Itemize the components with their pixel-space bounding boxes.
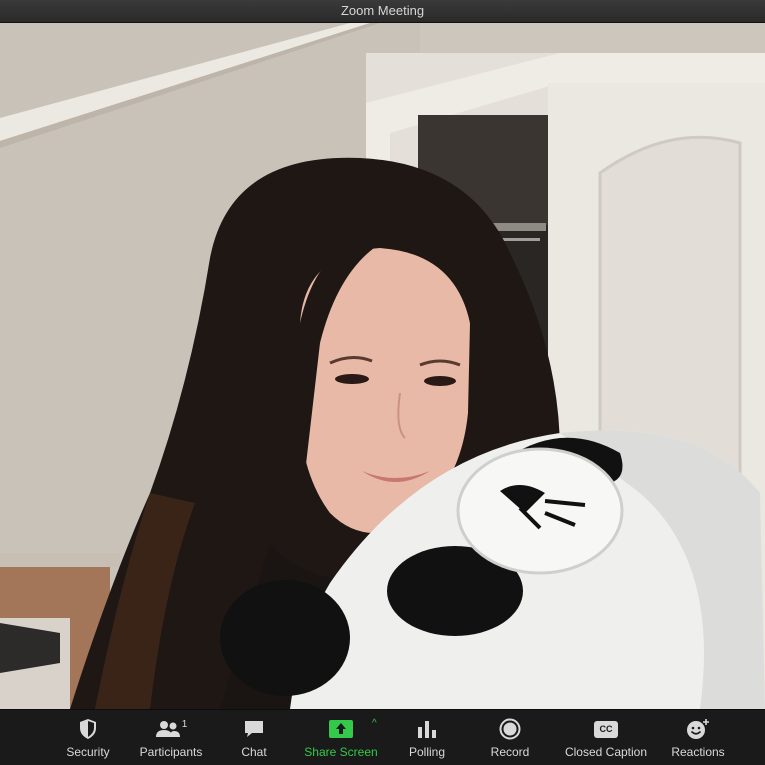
shield-icon <box>80 719 96 739</box>
reactions-button[interactable]: Reactions <box>668 716 728 762</box>
participants-label: Participants <box>139 745 203 759</box>
cc-icon: CC <box>594 720 618 738</box>
window-title: Zoom Meeting <box>340 3 425 18</box>
closed-caption-label: Closed Caption <box>564 745 648 759</box>
security-label: Security <box>66 745 110 759</box>
record-label: Record <box>490 745 530 759</box>
participants-button[interactable]: 1 Participants <box>134 716 208 762</box>
chat-label: Chat <box>241 745 267 759</box>
security-button[interactable]: Security <box>62 716 114 762</box>
polling-button[interactable]: Polling <box>404 716 450 762</box>
record-icon <box>499 718 521 740</box>
video-feed <box>0 23 765 709</box>
share-screen-icon <box>329 720 353 738</box>
share-screen-label: Share Screen <box>304 745 378 759</box>
webcam-image <box>0 23 765 709</box>
participants-icon <box>155 721 180 737</box>
window-title-bar: Zoom Meeting <box>0 0 765 23</box>
record-button[interactable]: Record <box>486 716 534 762</box>
chat-button[interactable]: Chat <box>236 716 272 762</box>
share-options-chevron-up-icon[interactable]: ^ <box>372 718 377 729</box>
share-screen-button[interactable]: Share Screen <box>300 716 382 762</box>
reactions-label: Reactions <box>671 745 725 759</box>
chat-bubble-icon <box>245 721 263 737</box>
polling-label: Polling <box>408 745 446 759</box>
meeting-toolbar: Security 1 Participants Chat Share Scree… <box>0 709 765 765</box>
zoom-window: Zoom Meeting Security 1 Participants Cha… <box>0 0 765 765</box>
bar-chart-icon <box>418 721 436 738</box>
emoji-add-icon <box>687 719 709 739</box>
participant-count: 1 <box>181 719 188 730</box>
closed-caption-button[interactable]: CC Closed Caption <box>560 716 652 762</box>
cc-badge-text: CC <box>599 723 613 734</box>
